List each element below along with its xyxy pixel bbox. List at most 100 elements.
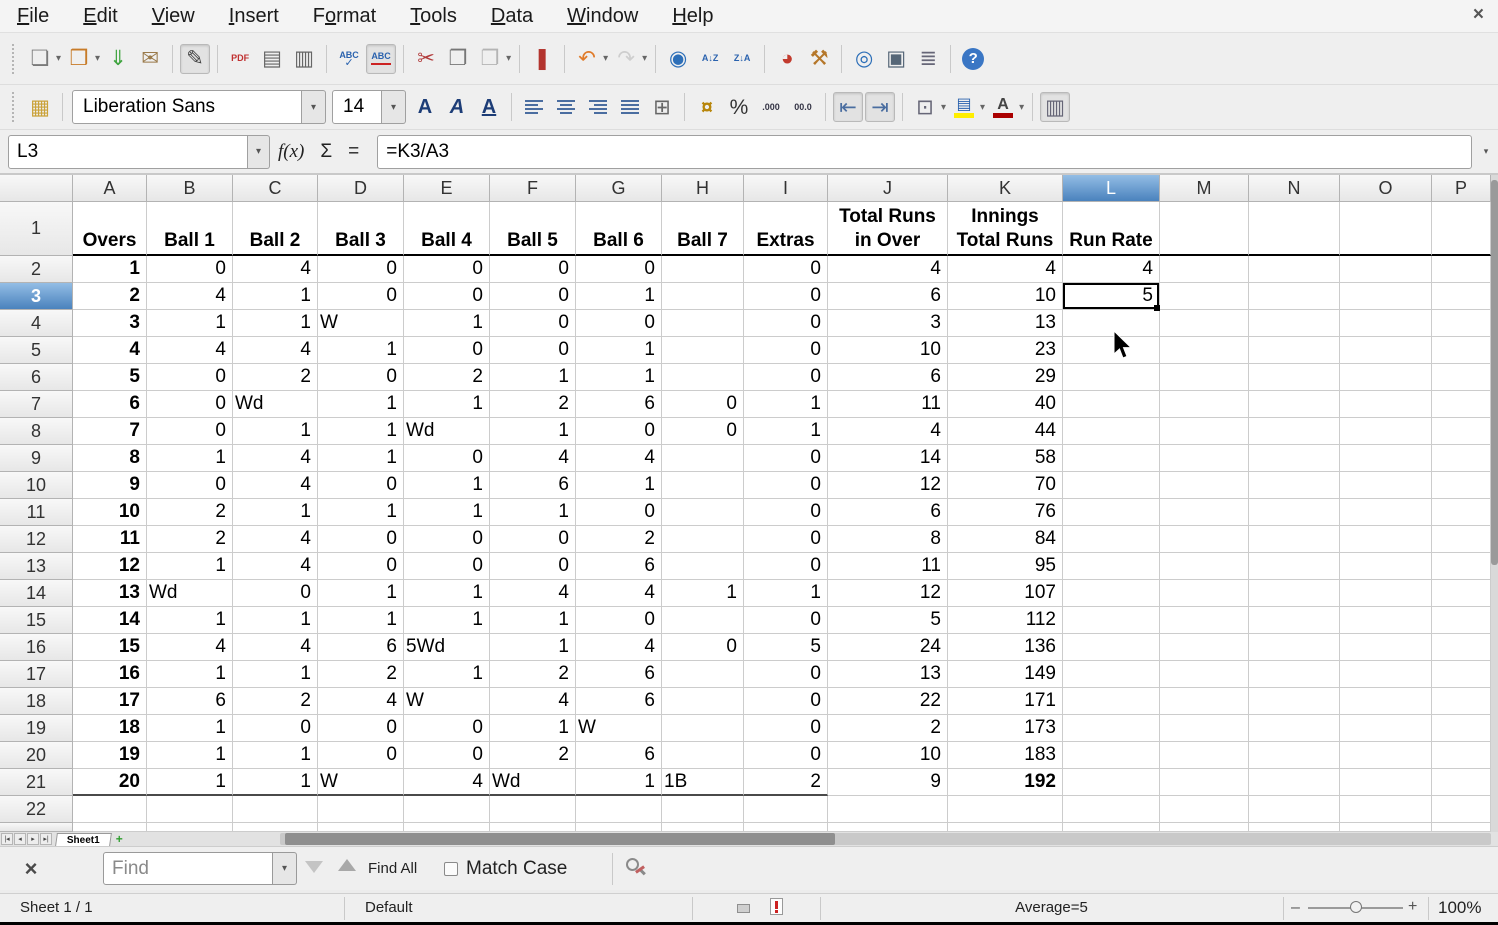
- cell-O17[interactable]: [1340, 661, 1432, 688]
- cell-M7[interactable]: [1160, 391, 1249, 418]
- redo-dropdown-icon[interactable]: ▾: [642, 53, 647, 64]
- cell-I11[interactable]: 0: [744, 499, 828, 526]
- cell-J17[interactable]: 13: [828, 661, 948, 688]
- cell-K6[interactable]: 29: [948, 364, 1063, 391]
- font-name-input[interactable]: Liberation Sans: [72, 90, 302, 124]
- cell-D12[interactable]: 0: [318, 526, 404, 553]
- cell-E21[interactable]: 4: [404, 769, 490, 796]
- cell-J22[interactable]: [828, 796, 948, 823]
- cell-M9[interactable]: [1160, 445, 1249, 472]
- cell-K12[interactable]: 84: [948, 526, 1063, 553]
- cell-N19[interactable]: [1249, 715, 1340, 742]
- cell-B20[interactable]: 1: [147, 742, 233, 769]
- vertical-scrollbar[interactable]: [1491, 175, 1498, 832]
- column-header-K[interactable]: K: [948, 175, 1063, 202]
- cell-C15[interactable]: 1: [233, 607, 318, 634]
- cell-J15[interactable]: 5: [828, 607, 948, 634]
- italic-button[interactable]: A: [442, 92, 472, 122]
- cell-C10[interactable]: 4: [233, 472, 318, 499]
- cell-F3[interactable]: 0: [490, 283, 576, 310]
- cell-M21[interactable]: [1160, 769, 1249, 796]
- cell-F8[interactable]: 1: [490, 418, 576, 445]
- cell-L5[interactable]: [1063, 337, 1160, 364]
- cell-D15[interactable]: 1: [318, 607, 404, 634]
- cell-J7[interactable]: 11: [828, 391, 948, 418]
- cell-B13[interactable]: 1: [147, 553, 233, 580]
- cell-B11[interactable]: 2: [147, 499, 233, 526]
- cell-B17[interactable]: 1: [147, 661, 233, 688]
- match-case-checkbox[interactable]: [444, 862, 458, 876]
- cell-A16[interactable]: 15: [73, 634, 147, 661]
- column-header-G[interactable]: G: [576, 175, 662, 202]
- cell-A1[interactable]: Overs: [73, 202, 147, 256]
- cell-P7[interactable]: [1432, 391, 1491, 418]
- save-button[interactable]: ⇓: [103, 44, 133, 74]
- font-color-button[interactable]: A: [988, 92, 1018, 122]
- cell-C17[interactable]: 1: [233, 661, 318, 688]
- cell-H12[interactable]: [662, 526, 744, 553]
- cell-O3[interactable]: [1340, 283, 1432, 310]
- cell-G10[interactable]: 1: [576, 472, 662, 499]
- cell-D3[interactable]: 0: [318, 283, 404, 310]
- cell-H1[interactable]: Ball 7: [662, 202, 744, 256]
- cell-J11[interactable]: 6: [828, 499, 948, 526]
- background-color-button[interactable]: ▤: [949, 92, 979, 122]
- cell-C3[interactable]: 1: [233, 283, 318, 310]
- tab-sheet1[interactable]: Sheet1: [55, 833, 112, 846]
- cell-P19[interactable]: [1432, 715, 1491, 742]
- cell-L6[interactable]: [1063, 364, 1160, 391]
- font-name-dropdown-icon[interactable]: ▾: [302, 90, 326, 124]
- cell-J12[interactable]: 8: [828, 526, 948, 553]
- cell-K3[interactable]: 10: [948, 283, 1063, 310]
- bold-button[interactable]: A: [410, 92, 440, 122]
- merge-cells-button[interactable]: ⊞: [647, 92, 677, 122]
- cell-F20[interactable]: 2: [490, 742, 576, 769]
- cell-O22[interactable]: [1340, 796, 1432, 823]
- column-header-A[interactable]: A: [73, 175, 147, 202]
- open-dropdown-icon[interactable]: ▾: [95, 53, 100, 64]
- cell-F[interactable]: [490, 823, 576, 832]
- cell-E17[interactable]: 1: [404, 661, 490, 688]
- cell-B12[interactable]: 2: [147, 526, 233, 553]
- cell-P8[interactable]: [1432, 418, 1491, 445]
- font-size-input[interactable]: 14: [332, 90, 382, 124]
- cell-N14[interactable]: [1249, 580, 1340, 607]
- cell-D18[interactable]: 4: [318, 688, 404, 715]
- cell-H7[interactable]: 0: [662, 391, 744, 418]
- paste-button[interactable]: ❐: [475, 44, 505, 74]
- cell-L20[interactable]: [1063, 742, 1160, 769]
- cell-I4[interactable]: 0: [744, 310, 828, 337]
- cell-H18[interactable]: [662, 688, 744, 715]
- cell-A17[interactable]: 16: [73, 661, 147, 688]
- cell-D9[interactable]: 1: [318, 445, 404, 472]
- cell-H17[interactable]: [662, 661, 744, 688]
- add-sheet-icon[interactable]: +: [116, 834, 123, 844]
- cut-button[interactable]: ✂: [411, 44, 441, 74]
- cell-G7[interactable]: 6: [576, 391, 662, 418]
- cell-J6[interactable]: 6: [828, 364, 948, 391]
- paste-dropdown-icon[interactable]: ▾: [506, 53, 511, 64]
- cell-L17[interactable]: [1063, 661, 1160, 688]
- cell-N8[interactable]: [1249, 418, 1340, 445]
- open-button[interactable]: ❒: [64, 44, 94, 74]
- last-sheet-button[interactable]: ▸|: [40, 833, 52, 845]
- cell-F21[interactable]: Wd: [490, 769, 576, 796]
- cell-O16[interactable]: [1340, 634, 1432, 661]
- cell-L13[interactable]: [1063, 553, 1160, 580]
- percent-format-button[interactable]: %: [724, 92, 754, 122]
- cell-E15[interactable]: 1: [404, 607, 490, 634]
- cell-J3[interactable]: 6: [828, 283, 948, 310]
- column-header-C[interactable]: C: [233, 175, 318, 202]
- cell-F13[interactable]: 0: [490, 553, 576, 580]
- cell-I2[interactable]: 0: [744, 256, 828, 283]
- toolbar-grip[interactable]: [12, 44, 17, 74]
- cell-H16[interactable]: 0: [662, 634, 744, 661]
- cell-H11[interactable]: [662, 499, 744, 526]
- cell-F2[interactable]: 0: [490, 256, 576, 283]
- cell-G21[interactable]: 1: [576, 769, 662, 796]
- cell-B1[interactable]: Ball 1: [147, 202, 233, 256]
- cell-J1[interactable]: Total Runs in Over: [828, 202, 948, 256]
- cell-N2[interactable]: [1249, 256, 1340, 283]
- cell-B2[interactable]: 0: [147, 256, 233, 283]
- cell-L14[interactable]: [1063, 580, 1160, 607]
